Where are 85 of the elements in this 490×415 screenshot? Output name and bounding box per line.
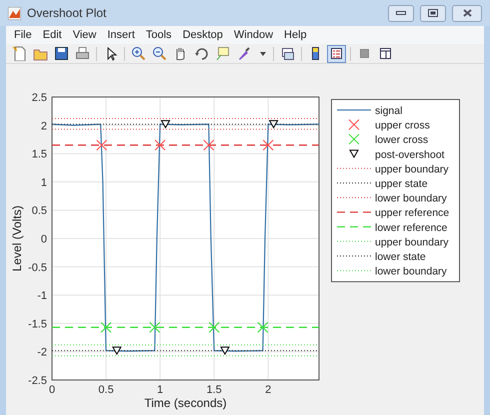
linked-windows-icon — [280, 46, 295, 61]
legend-label: post-overshoot — [375, 148, 444, 161]
brush-icon — [236, 46, 251, 61]
data-cursor-icon — [215, 46, 230, 61]
legend-label: upper state — [375, 178, 428, 190]
tick-label: 2 — [40, 120, 47, 132]
tick-label: 0.5 — [98, 384, 114, 396]
maximize-button[interactable] — [420, 4, 446, 22]
legend-line-icon — [336, 168, 372, 169]
cross-marker — [262, 140, 274, 151]
printer-icon — [75, 46, 90, 61]
legend-line-icon — [337, 109, 371, 111]
panel-icon — [378, 46, 393, 61]
app-icon — [8, 6, 21, 20]
triangle-marker-icon — [349, 150, 359, 158]
legend-label: signal — [375, 105, 402, 117]
tick-label: -2.5 — [28, 375, 47, 387]
menu-item[interactable]: Desktop — [178, 27, 228, 43]
new-file-icon — [12, 46, 27, 61]
menu-item[interactable]: Tools — [140, 27, 177, 43]
menu-item[interactable]: Window — [228, 27, 278, 43]
cross-marker-icon — [348, 134, 360, 145]
tick-label: -1 — [37, 290, 47, 302]
tick-label: 0 — [40, 234, 47, 246]
minimize-button[interactable] — [388, 4, 414, 22]
legend-label: lower reference — [375, 222, 448, 234]
legend-line-icon — [336, 270, 372, 272]
legend-line-icon — [336, 240, 372, 242]
cross-marker — [100, 322, 112, 333]
legend-label: upper boundary — [375, 236, 449, 248]
tick-label: 0 — [48, 384, 56, 396]
legend-label: upper cross — [375, 120, 430, 132]
tick-label: 1.5 — [206, 384, 222, 396]
menu-item[interactable]: View — [68, 27, 102, 43]
close-icon — [462, 9, 472, 17]
legend-label: lower boundary — [375, 266, 447, 278]
menu-item[interactable]: Help — [279, 27, 312, 43]
save-button[interactable] — [52, 44, 71, 62]
triangle-marker — [160, 120, 170, 129]
zoom-out-button[interactable] — [150, 44, 169, 62]
menu-item[interactable]: File — [9, 27, 37, 43]
tick-label: -2 — [37, 346, 47, 359]
legend-label: upper boundary — [375, 163, 449, 176]
tick-label: 1 — [40, 176, 47, 189]
cross-marker — [257, 322, 268, 333]
cross-marker — [149, 322, 160, 333]
axis-label: Level (Volts) — [10, 205, 24, 272]
maximize-icon — [428, 9, 438, 17]
cross-marker — [203, 140, 214, 151]
legend-line-icon — [337, 226, 371, 228]
cross-marker-icon — [348, 119, 360, 130]
tick-label: 1.5 — [32, 148, 47, 161]
zoom-in-button[interactable] — [129, 44, 148, 62]
cross-marker — [96, 140, 108, 151]
save-icon — [54, 46, 69, 61]
legend-line-icon — [336, 182, 372, 184]
legend-label: lower state — [375, 251, 426, 263]
zoom-in-icon — [131, 46, 146, 61]
zoom-out-icon — [152, 46, 167, 61]
legend-line-icon — [336, 197, 372, 198]
legend-button[interactable] — [327, 44, 346, 62]
tick-label: -0.5 — [28, 262, 47, 274]
axis-label: Time (seconds) — [144, 396, 227, 410]
menu-item[interactable]: Insert — [102, 27, 140, 43]
tick-label: 0.5 — [32, 205, 47, 218]
rotate-icon — [194, 46, 209, 61]
cross-marker — [154, 140, 166, 151]
legend-label: lower boundary — [375, 192, 447, 205]
close-button[interactable] — [452, 4, 482, 22]
tick-label: -1.5 — [28, 318, 47, 330]
cross-marker — [208, 322, 220, 333]
tick-label: 1 — [157, 384, 164, 396]
window-title: Overshoot Plot — [27, 5, 106, 22]
legend-line-icon — [337, 212, 371, 213]
triangle-marker — [268, 120, 278, 129]
legend-icon — [329, 46, 344, 61]
legend-label: lower cross — [375, 134, 428, 146]
square-icon — [357, 46, 372, 61]
menu-item[interactable]: Edit — [38, 27, 67, 43]
minimize-icon — [396, 11, 406, 15]
legend-label: upper reference — [375, 207, 450, 220]
triangle-marker — [112, 346, 122, 356]
triangle-marker — [220, 346, 230, 356]
tick-label: 2.5 — [32, 92, 47, 104]
tick-label: 2 — [265, 384, 272, 396]
